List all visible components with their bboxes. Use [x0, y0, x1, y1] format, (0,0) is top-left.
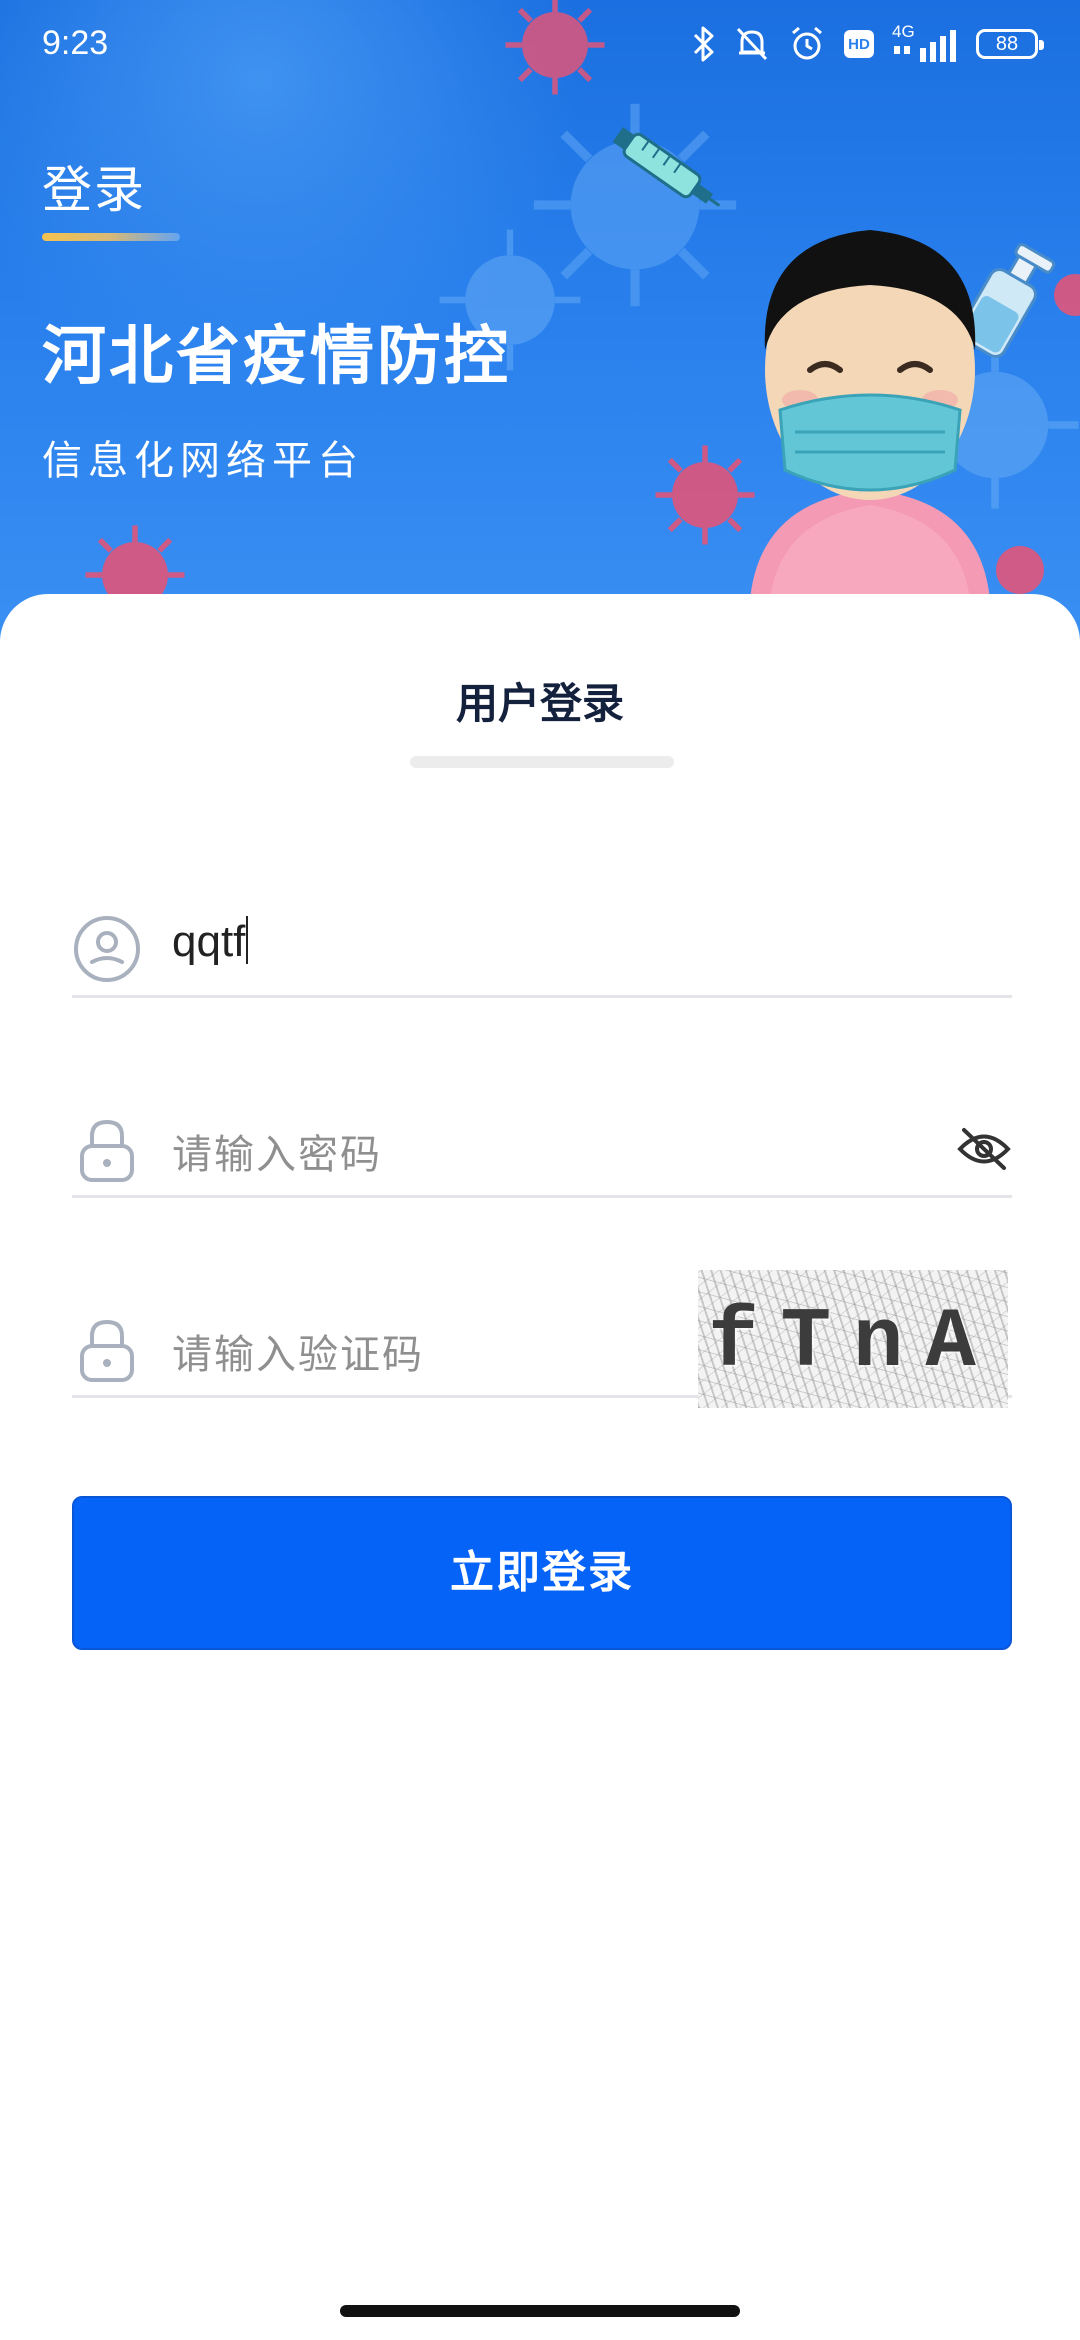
- login-card-title: 用户登录: [455, 679, 624, 728]
- text-caret: [246, 916, 249, 964]
- login-card-title-bar: [410, 756, 674, 768]
- home-indicator[interactable]: [340, 2305, 740, 2317]
- captcha-image[interactable]: fTnA: [698, 1270, 1008, 1408]
- hd-voice-icon: HD: [844, 30, 874, 58]
- page-subtitle: 信息化网络平台: [42, 438, 364, 484]
- nav-title: 登录: [42, 161, 146, 219]
- username-divider: [72, 995, 1012, 998]
- status-icons: HD 4G 88: [692, 22, 1044, 66]
- password-divider: [72, 1195, 1012, 1198]
- syringe-icon: [612, 127, 721, 207]
- username-field[interactable]: qqtf: [72, 898, 1012, 998]
- hide-password-eye-icon[interactable]: [956, 1124, 1012, 1174]
- username-input[interactable]: qqtf: [172, 916, 249, 967]
- bluetooth-icon: [693, 26, 714, 62]
- password-field[interactable]: 请输入密码: [72, 1098, 1012, 1198]
- masked-person-illustration: [750, 230, 990, 600]
- page-title: 河北省疫情防控: [42, 320, 511, 394]
- login-button[interactable]: 立即登录: [72, 1496, 1012, 1650]
- mute-bell-icon: [736, 27, 768, 61]
- lock-icon: [80, 1319, 134, 1382]
- username-value: qqtf: [172, 917, 246, 966]
- status-time: 9:23: [42, 24, 109, 62]
- user-icon: [74, 916, 140, 982]
- nav-title-underline: [42, 233, 180, 241]
- login-card: [0, 594, 1080, 2340]
- captcha-code: fTnA: [708, 1296, 998, 1391]
- cellular-signal-icon: 4G: [892, 22, 958, 64]
- battery-icon: 88: [976, 29, 1044, 59]
- status-bar: 9:23 HD 4G 88: [0, 0, 1080, 90]
- captcha-input[interactable]: 请输入验证码: [172, 1322, 424, 1380]
- alarm-icon: [792, 26, 822, 60]
- password-input[interactable]: 请输入密码: [172, 1122, 382, 1180]
- hero-banner: 9:23 HD 4G 88 登录 河北省疫情防控 信息化网络平台: [0, 0, 1080, 640]
- lock-icon: [80, 1119, 134, 1182]
